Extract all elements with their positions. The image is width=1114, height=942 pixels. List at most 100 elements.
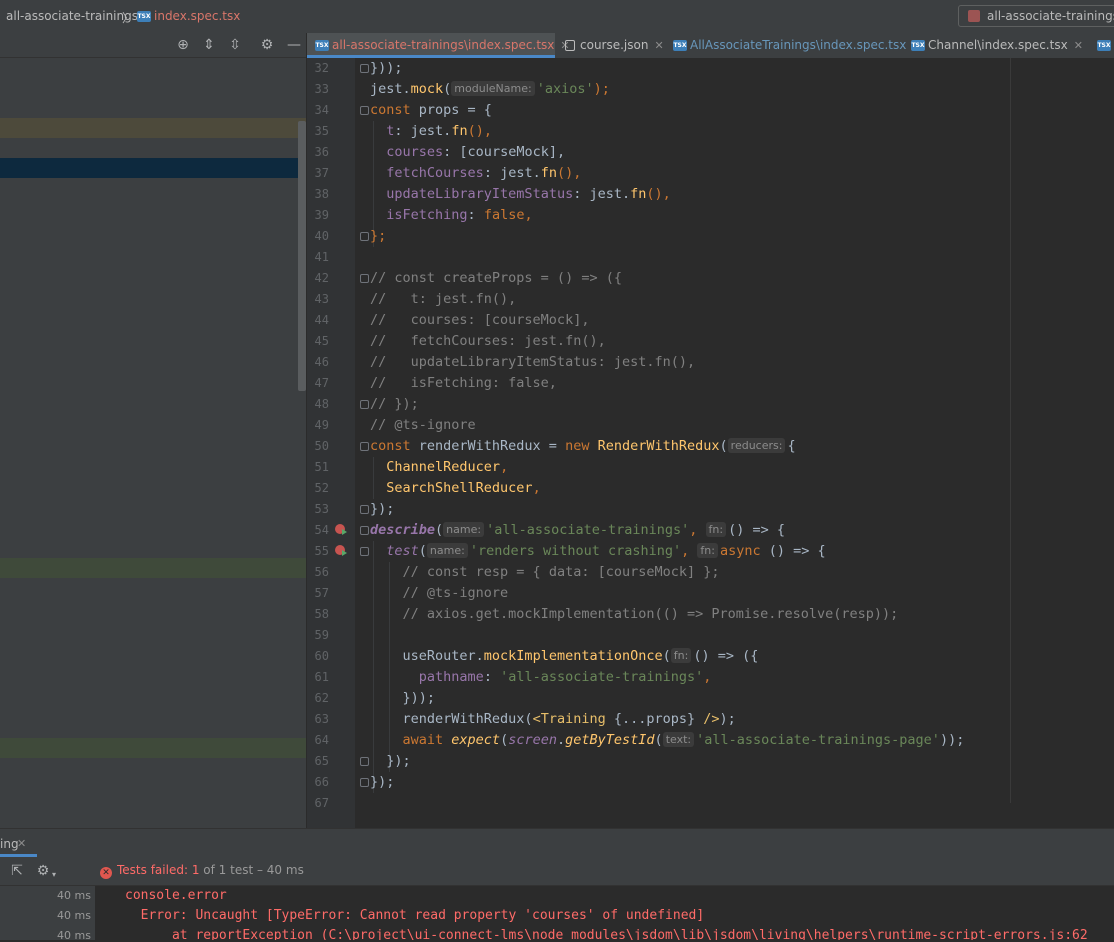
code-line-51: ChannelReducer, [386, 459, 509, 475]
gear-icon[interactable]: ⚙ [258, 36, 276, 54]
code-line-37: fetchCourses: jest.fn(), [386, 165, 582, 181]
parameter-hint: fn: [697, 543, 718, 558]
tab-course-json[interactable]: course.json ✕ [557, 33, 664, 58]
fold-marker[interactable] [360, 505, 369, 514]
code-line-32: })); [370, 60, 403, 76]
run-configuration-selector[interactable]: all-associate-trainings.re [958, 5, 1114, 27]
parameter-hint: moduleName: [451, 81, 535, 96]
fold-marker[interactable] [360, 106, 369, 115]
editor-tab-bar: TSX all-associate-trainings\index.spec.ts… [307, 33, 1114, 59]
code-line-58: // axios.get.mockImplementation(() => Pr… [402, 606, 899, 622]
tab-label: AllAssociateTrainings\index.spec.tsx [690, 38, 907, 52]
line-number: 34 [314, 103, 329, 117]
line-number: 67 [314, 796, 329, 810]
locate-icon[interactable]: ⊕ [174, 36, 192, 54]
run-tab[interactable]: ing [0, 837, 19, 851]
line-number: 62 [314, 691, 329, 705]
code-line-46: // updateLibraryItemStatus: jest.fn(), [370, 354, 696, 370]
close-icon[interactable]: ✕ [17, 837, 26, 850]
code-line-57: // @ts-ignore [402, 585, 509, 601]
minimize-icon[interactable]: — [285, 36, 303, 54]
code-line-49: // @ts-ignore [370, 417, 476, 433]
line-number: 39 [314, 208, 329, 222]
code-line-50: const renderWithRedux = new RenderWithRe… [370, 438, 796, 454]
breadcrumb-file[interactable]: TSX index.spec.tsx [137, 9, 240, 23]
test-console-output[interactable]: console.error Error: Uncaught [TypeError… [96, 886, 1114, 940]
parameter-hint: reducers: [727, 438, 786, 453]
code-line-53: }); [370, 501, 395, 517]
line-number: 32 [314, 61, 329, 75]
line-number: 42 [314, 271, 329, 285]
code-line-33: jest.mock(moduleName:'axios'); [370, 81, 610, 97]
code-line-40: }; [370, 228, 387, 244]
tree-row-selected[interactable] [0, 158, 306, 178]
test-status: ✕ Tests failed: 1 of 1 test – 40 ms [100, 863, 304, 879]
test-results-tree[interactable]: 40 ms 40 ms 40 ms [0, 886, 95, 942]
tab-allassociatetrainings-spec[interactable]: TSXAllAssociateTrainings\index.spec.tsx✕ [665, 33, 922, 58]
fold-marker[interactable] [360, 232, 369, 241]
code-line-42: // const createProps = () => ({ [370, 270, 622, 286]
run-test-icon[interactable] [335, 545, 347, 556]
tree-row-highlight[interactable] [0, 738, 306, 758]
code-line-62: })); [402, 690, 436, 706]
run-test-suite-icon[interactable] [335, 524, 347, 535]
tree-row-highlight[interactable] [0, 558, 306, 578]
tab-label: Channel\index.spec.tsx [928, 38, 1068, 52]
line-number: 33 [314, 82, 329, 96]
console-line: at reportException (C:\project\ui-connec… [125, 928, 1088, 940]
fold-marker[interactable] [360, 778, 369, 787]
line-number: 36 [314, 145, 329, 159]
line-number: 54 [314, 523, 329, 537]
code-line-45: // fetchCourses: jest.fn(), [370, 333, 606, 349]
tab-overflow[interactable]: TSXin [1089, 33, 1114, 58]
code-line-63: renderWithRedux(<Training {...props} />)… [402, 711, 736, 727]
breadcrumb-file-label: index.spec.tsx [154, 9, 241, 23]
fold-marker[interactable] [360, 274, 369, 283]
code-line-38: updateLibraryItemStatus: jest.fn(), [386, 186, 671, 202]
export-icon[interactable]: ⇱ [8, 862, 26, 880]
code-line-39: isFetching: false, [386, 207, 533, 223]
fold-marker[interactable] [360, 547, 369, 556]
fold-marker[interactable] [360, 526, 369, 535]
project-tree-panel[interactable] [0, 58, 306, 828]
tab-channel-spec[interactable]: TSX Channel\index.spec.tsx ✕ [903, 33, 1083, 58]
test-duration: 40 ms [57, 889, 91, 902]
run-configuration-label: all-associate-trainings.re [987, 9, 1114, 23]
jest-config-icon [968, 10, 980, 22]
fold-marker[interactable] [360, 757, 369, 766]
line-number: 63 [314, 712, 329, 726]
error-icon: ✕ [100, 867, 112, 879]
line-number: 43 [314, 292, 329, 306]
line-number: 41 [314, 250, 329, 264]
project-tree-scrollbar[interactable] [298, 121, 306, 391]
line-number: 50 [314, 439, 329, 453]
run-panel-toolbar: ⇱ ⚙ ▾ ✕ Tests failed: 1 of 1 test – 40 ms [0, 857, 1114, 886]
close-icon[interactable]: ✕ [1074, 39, 1083, 52]
code-editor[interactable]: 32 33 34 35 36 37 38 39 40 41 42 43 44 45 46 47 48 49 50 51… [307, 58, 1114, 828]
line-number: 59 [314, 628, 329, 642]
close-icon[interactable]: ✕ [654, 39, 663, 52]
line-number: 56 [314, 565, 329, 579]
collapse-all-icon[interactable]: ⇳ [226, 36, 244, 54]
tab-all-associate-trainings-spec[interactable]: TSX all-associate-trainings\index.spec.ts… [307, 33, 570, 58]
fold-marker[interactable] [360, 64, 369, 73]
tsx-file-icon: TSX [137, 11, 151, 22]
expand-all-icon[interactable]: ⇕ [200, 36, 218, 54]
line-number: 52 [314, 481, 329, 495]
code-line-44: // courses: [courseMock], [370, 312, 590, 328]
line-number: 35 [314, 124, 329, 138]
line-number: 44 [314, 313, 329, 327]
line-number: 55 [314, 544, 329, 558]
code-line-43: // t: jest.fn(), [370, 291, 517, 307]
parameter-hint: name: [443, 522, 485, 537]
dropdown-icon[interactable]: ▾ [50, 866, 58, 884]
fold-marker[interactable] [360, 400, 369, 409]
fold-marker[interactable] [360, 442, 369, 451]
right-margin-guide [1010, 58, 1011, 803]
line-number: 65 [314, 754, 329, 768]
tree-row-highlight[interactable] [0, 118, 306, 138]
breadcrumb-project[interactable]: all-associate-trainings [6, 9, 138, 23]
code-line-48: // }); [370, 396, 419, 412]
tab-label: all-associate-trainings\index.spec.tsx [332, 38, 555, 52]
code-line-56: // const resp = { data: [courseMock] }; [402, 564, 720, 580]
